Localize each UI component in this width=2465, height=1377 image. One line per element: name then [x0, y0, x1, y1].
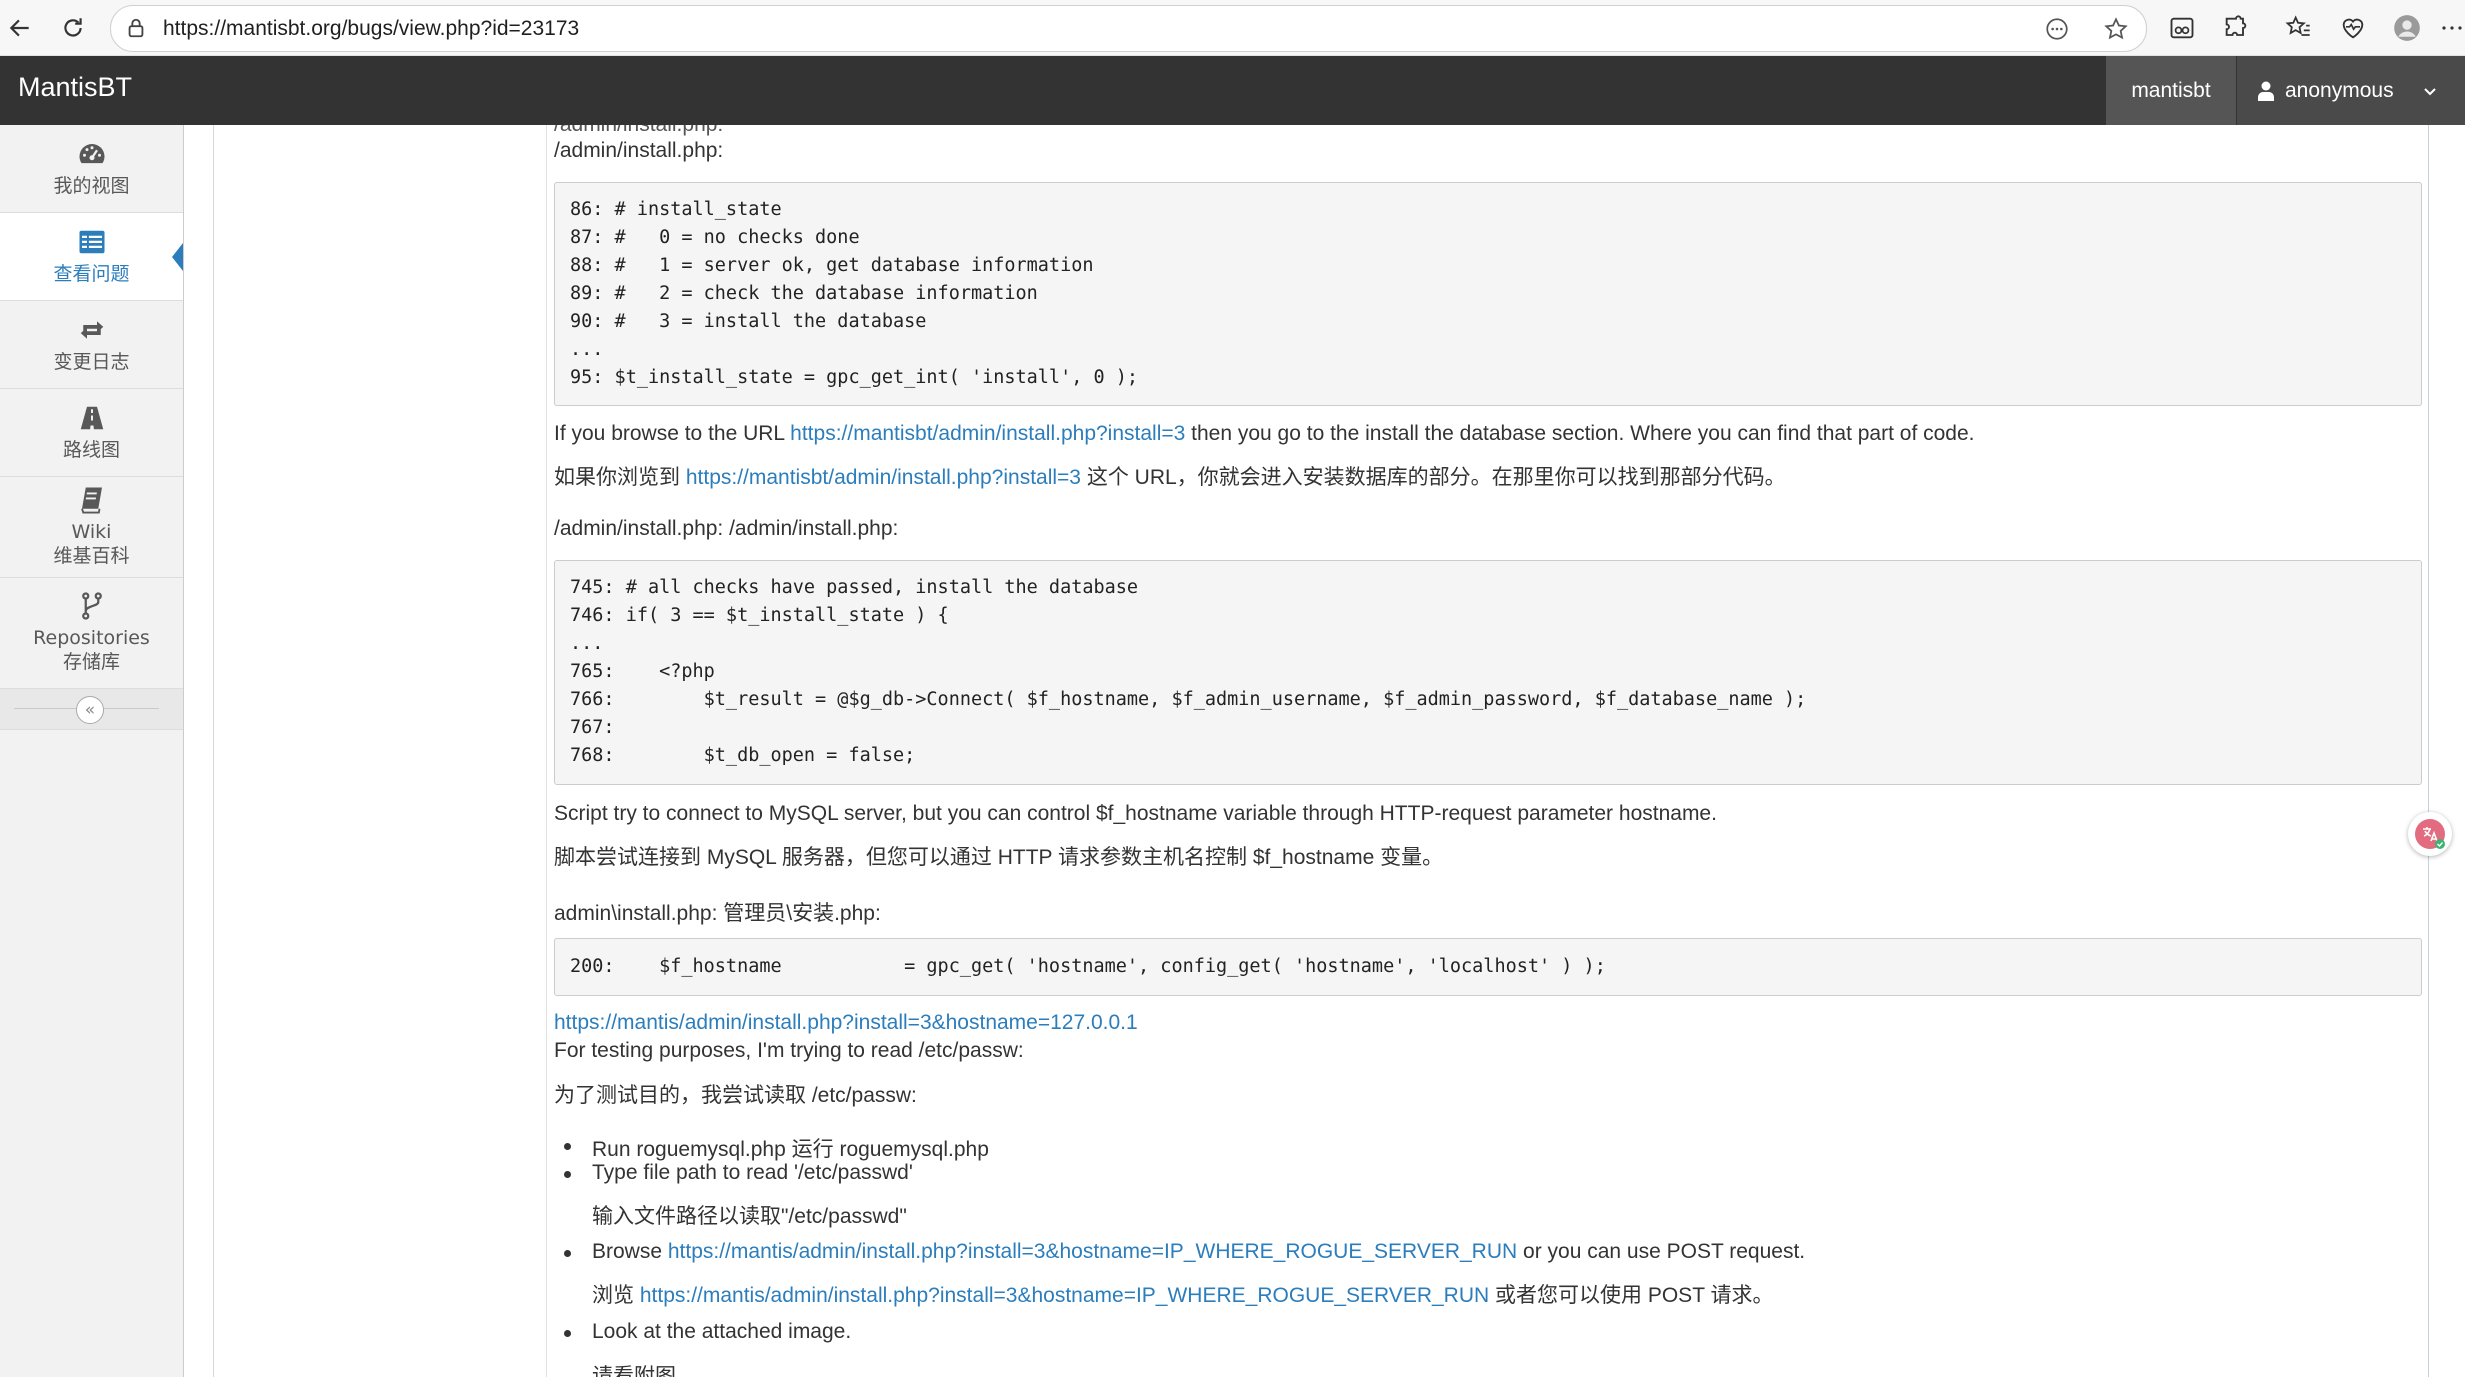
translate-icon — [2415, 819, 2445, 849]
brand-logo[interactable]: MantisBT — [18, 72, 132, 103]
url-text[interactable]: https://mantisbt.org/bugs/view.php?id=23… — [163, 17, 579, 41]
text: then you go to the install the database … — [1185, 422, 1975, 445]
sidebar-collapse-button[interactable]: « — [76, 696, 104, 724]
book-icon — [80, 487, 102, 514]
extensions-button[interactable] — [2220, 12, 2252, 44]
sidebar-item-wiki[interactable]: Wiki 维基百科 — [0, 477, 183, 578]
sidebar-item-roadmap[interactable]: 路线图 — [0, 389, 183, 477]
sidebar-item-label: Wiki — [71, 521, 112, 544]
text: Browse — [592, 1240, 668, 1263]
puzzle-icon — [2225, 15, 2247, 36]
install-link[interactable]: https://mantisbt/admin/install.php?insta… — [790, 422, 1185, 445]
glasses-icon — [2170, 17, 2194, 39]
text: If you browse to the URL — [554, 422, 791, 445]
sidebar-item-repositories[interactable]: Repositories 存储库 — [0, 578, 183, 689]
favorites-list-icon — [2285, 15, 2310, 36]
reload-button[interactable] — [55, 10, 91, 46]
list-item-cn: 输入文件路径以读取"/etc/passwd" — [592, 1205, 907, 1228]
username-label: anonymous — [2285, 78, 2394, 102]
install-link-cn[interactable]: https://mantisbt/admin/install.php?insta… — [686, 466, 1081, 489]
sidebar-item-label: 变更日志 — [53, 350, 130, 373]
list-icon — [79, 230, 104, 253]
list-item: Type file path to read '/etc/passwd' — [592, 1161, 913, 1184]
project-selector[interactable]: mantisbt — [2106, 56, 2236, 125]
bullet — [564, 1250, 571, 1257]
file-path-2: /admin/install.php: /admin/install.php: — [554, 517, 899, 540]
issue-description: /admin/install.php: /admin/install.php: … — [554, 125, 2424, 1377]
address-bar[interactable]: https://mantisbt.org/bugs/view.php?id=23… — [110, 5, 2147, 52]
text: 如果你浏览到 — [554, 466, 686, 489]
reload-icon — [64, 18, 82, 37]
list-item: Run roguemysql.php 运行 roguemysql.php — [592, 1138, 989, 1161]
list-item: Browse https://mantis/admin/install.php?… — [592, 1240, 1805, 1264]
hostname-link[interactable]: https://mantis/admin/install.php?install… — [554, 1011, 1138, 1035]
file-path-3: admin\install.php: 管理员\安装.php: — [554, 902, 881, 925]
sidebar-item-label: 查看问题 — [53, 262, 130, 285]
browser-toolbar: https://mantisbt.org/bugs/view.php?id=23… — [0, 0, 2465, 56]
profile-button[interactable] — [2391, 12, 2423, 44]
paragraph-1-cn: 如果你浏览到 https://mantisbt/admin/install.ph… — [554, 461, 1786, 491]
text: 这个 URL，你就会进入安装数据库的部分。在那里你可以找到那部分代码。 — [1080, 466, 1786, 489]
cut-off-text: /admin/install.php: — [554, 125, 723, 137]
text: 浏览 — [592, 1284, 640, 1307]
project-label: mantisbt — [2131, 78, 2211, 102]
bullet — [564, 1171, 571, 1178]
rogue-server-link[interactable]: https://mantis/admin/install.php?install… — [668, 1240, 1517, 1263]
health-button[interactable] — [2337, 12, 2369, 44]
user-icon — [2258, 81, 2274, 101]
reading-view-button[interactable] — [2166, 12, 2198, 44]
lock-icon — [128, 18, 144, 38]
sidebar-item-my-view[interactable]: 我的视图 — [0, 125, 183, 213]
list-item-cn: 请看附图 — [592, 1365, 676, 1377]
sidebar-item-sublabel: 存储库 — [62, 651, 120, 673]
sidebar-item-label: Repositories — [33, 627, 150, 650]
heart-pulse-icon — [2342, 18, 2364, 39]
road-icon — [80, 406, 103, 429]
back-arrow-icon — [9, 19, 29, 37]
sidebar-item-label: 我的视图 — [53, 174, 130, 197]
paragraph-3: For testing purposes, I'm trying to read… — [554, 1039, 1024, 1062]
file-path-1: /admin/install.php: — [554, 139, 724, 162]
list-item-cn: 浏览 https://mantis/admin/install.php?inst… — [592, 1279, 1773, 1309]
ellipsis-icon — [2442, 26, 2462, 30]
paragraph-3-cn: 为了测试目的，我尝试读取 /etc/passw: — [554, 1084, 917, 1107]
user-menu[interactable]: anonymous — [2237, 56, 2465, 125]
favorite-star-icon[interactable] — [2103, 16, 2129, 42]
favorites-button[interactable] — [2282, 12, 2314, 44]
code-block-3: 200: $f_hostname = gpc_get( 'hostname', … — [554, 938, 2422, 996]
paragraph-2: Script try to connect to MySQL server, b… — [554, 802, 1717, 825]
rogue-server-link-cn[interactable]: https://mantis/admin/install.php?install… — [640, 1284, 1489, 1307]
translate-button[interactable] — [2408, 812, 2452, 856]
bullet — [564, 1330, 571, 1337]
avatar-icon — [2394, 15, 2420, 41]
text: or you can use POST request. — [1517, 1240, 1806, 1263]
dashboard-icon — [79, 143, 104, 163]
sidebar-item-sublabel: 维基百科 — [53, 545, 130, 567]
code-block-2: 745: # all checks have passed, install t… — [554, 560, 2422, 785]
left-column-panel — [213, 125, 547, 1377]
bullet — [564, 1143, 571, 1150]
paragraph-1: If you browse to the URL https://mantisb… — [554, 422, 1974, 446]
paragraph-2-cn: 脚本尝试连接到 MySQL 服务器，但您可以通过 HTTP 请求参数主机名控制 … — [554, 846, 1444, 869]
more-circle-icon[interactable] — [2044, 16, 2070, 42]
sidebar-item-changelog[interactable]: 变更日志 — [0, 301, 183, 389]
text: 或者您可以使用 POST 请求。 — [1489, 1284, 1774, 1307]
retweet-icon — [80, 320, 103, 339]
browser-menu-button[interactable] — [2440, 12, 2464, 44]
sidebar-item-view-issues[interactable]: 查看问题 — [0, 213, 183, 301]
list-item: Look at the attached image. — [592, 1320, 852, 1343]
back-button[interactable] — [2, 10, 38, 46]
sidebar-collapse-row: « — [0, 689, 183, 730]
code-block-1: 86: # install_state 87: # 0 = no checks … — [554, 182, 2422, 406]
code-fork-icon — [81, 592, 102, 620]
panel-border — [2428, 125, 2429, 1377]
app-navbar: MantisBT mantisbt anonymous — [0, 56, 2465, 125]
sidebar-item-label: 路线图 — [62, 438, 120, 461]
sidebar: 我的视图 查看问题 变更日志 路线图 Wiki 维基百科 Repositorie… — [0, 125, 184, 1377]
chevron-down-icon — [2423, 87, 2436, 95]
